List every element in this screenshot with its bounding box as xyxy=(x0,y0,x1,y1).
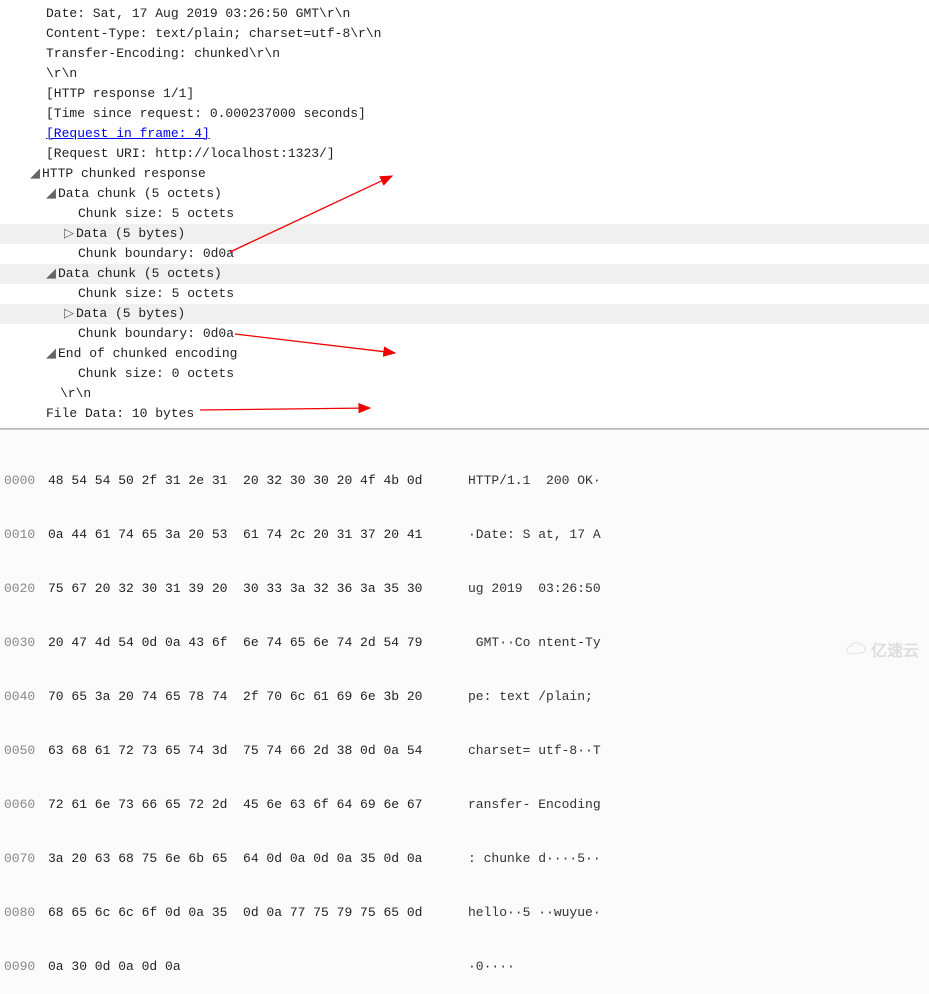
chunk1-data[interactable]: ▷Data (5 bytes) xyxy=(0,224,929,244)
http-response[interactable]: [HTTP response 1/1] xyxy=(0,84,929,104)
chunk1-boundary[interactable]: Chunk boundary: 0d0a xyxy=(0,244,929,264)
expand-icon[interactable]: ▷ xyxy=(64,305,74,323)
file-data[interactable]: File Data: 10 bytes xyxy=(0,404,929,424)
hex-row[interactable]: 006072 61 6e 73 66 65 72 2d 45 6e 63 6f … xyxy=(4,796,929,814)
packet-details-pane[interactable]: Date: Sat, 17 Aug 2019 03:26:50 GMT\r\n … xyxy=(0,0,929,429)
hex-row[interactable]: 003020 47 4d 54 0d 0a 43 6f 6e 74 65 6e … xyxy=(4,634,929,652)
hex-row[interactable]: 00703a 20 63 68 75 6e 6b 65 64 0d 0a 0d … xyxy=(4,850,929,868)
collapse-icon[interactable]: ◢ xyxy=(30,165,40,183)
hex-dump-pane[interactable]: 000048 54 54 50 2f 31 2e 31 20 32 30 30 … xyxy=(0,429,929,994)
time-since-request[interactable]: [Time since request: 0.000237000 seconds… xyxy=(0,104,929,124)
expand-icon[interactable]: ▷ xyxy=(64,225,74,243)
chunk1-size[interactable]: Chunk size: 5 octets xyxy=(0,204,929,224)
data-chunk-1[interactable]: ◢Data chunk (5 octets) xyxy=(0,184,929,204)
collapse-icon[interactable]: ◢ xyxy=(46,345,56,363)
hex-row[interactable]: 000048 54 54 50 2f 31 2e 31 20 32 30 30 … xyxy=(4,472,929,490)
http-chunked-response[interactable]: ◢HTTP chunked response xyxy=(0,164,929,184)
watermark: 亿速云 xyxy=(845,637,919,661)
header-content-type[interactable]: Content-Type: text/plain; charset=utf-8\… xyxy=(0,24,929,44)
collapse-icon[interactable]: ◢ xyxy=(46,265,56,283)
cloud-icon xyxy=(845,640,867,658)
hex-row[interactable]: 002075 67 20 32 30 31 39 20 30 33 3a 32 … xyxy=(4,580,929,598)
chunk2-size[interactable]: Chunk size: 5 octets xyxy=(0,284,929,304)
end-chunk-size[interactable]: Chunk size: 0 octets xyxy=(0,364,929,384)
collapse-icon[interactable]: ◢ xyxy=(46,185,56,203)
trailing-crlf[interactable]: \r\n xyxy=(0,384,929,404)
header-crlf[interactable]: \r\n xyxy=(0,64,929,84)
hex-row[interactable]: 005063 68 61 72 73 65 74 3d 75 74 66 2d … xyxy=(4,742,929,760)
hex-row[interactable]: 00900a 30 0d 0a 0d 0a·0···· xyxy=(4,958,929,976)
chunk2-boundary[interactable]: Chunk boundary: 0d0a xyxy=(0,324,929,344)
request-in-frame-link[interactable]: [Request in frame: 4] xyxy=(46,126,210,141)
request-uri[interactable]: [Request URI: http://localhost:1323/] xyxy=(0,144,929,164)
hex-row[interactable]: 008068 65 6c 6c 6f 0d 0a 35 0d 0a 77 75 … xyxy=(4,904,929,922)
hex-row[interactable]: 004070 65 3a 20 74 65 78 74 2f 70 6c 61 … xyxy=(4,688,929,706)
end-of-chunked[interactable]: ◢End of chunked encoding xyxy=(0,344,929,364)
header-date[interactable]: Date: Sat, 17 Aug 2019 03:26:50 GMT\r\n xyxy=(0,4,929,24)
header-transfer-enc[interactable]: Transfer-Encoding: chunked\r\n xyxy=(0,44,929,64)
chunk2-data[interactable]: ▷Data (5 bytes) xyxy=(0,304,929,324)
data-chunk-2[interactable]: ◢Data chunk (5 octets) xyxy=(0,264,929,284)
hex-row[interactable]: 00100a 44 61 74 65 3a 20 53 61 74 2c 20 … xyxy=(4,526,929,544)
